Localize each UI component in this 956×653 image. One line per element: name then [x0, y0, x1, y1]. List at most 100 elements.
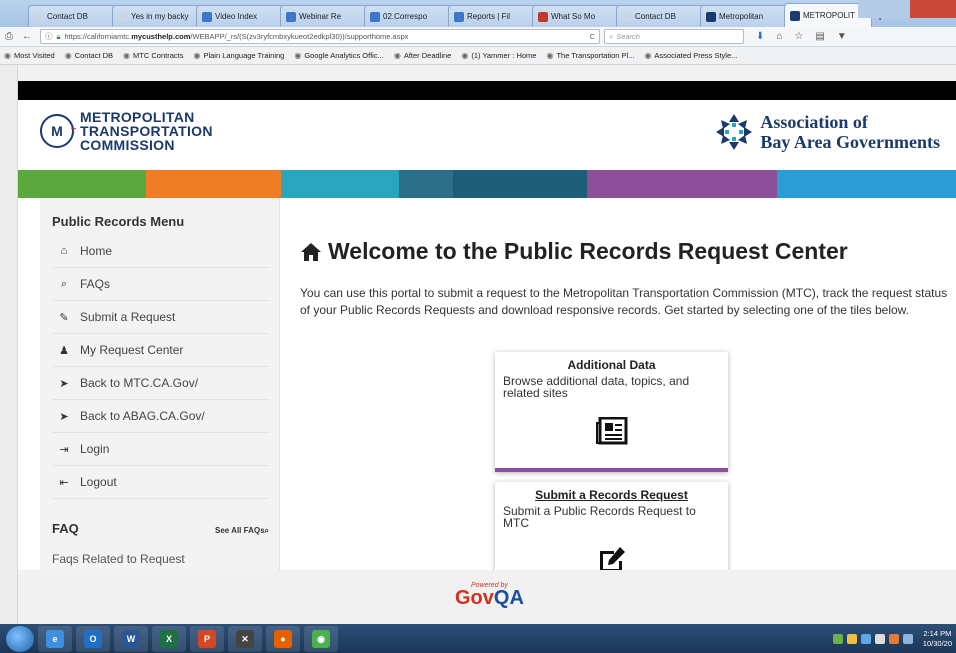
sidebar-item-back-to-abag-ca-gov[interactable]: ➤ Back to ABAG.CA.Gov/ — [52, 400, 269, 433]
sidebar-item-label: Back to MTC.CA.Gov/ — [80, 376, 199, 390]
powerpoint-icon[interactable]: P — [190, 625, 224, 652]
sidebar-item-logout[interactable]: ⇤ Logout — [52, 466, 269, 499]
see-all-faqs-label: See All FAQs — [215, 526, 265, 535]
tray-flag-icon[interactable] — [902, 633, 913, 644]
url-bar[interactable]: ⓘ 🔒︎ https://californiamtc.mycusthelp.co… — [40, 29, 600, 44]
browser-tab[interactable]: Contact DB — [616, 5, 704, 27]
bookmarks-bar: ◉ Most Visited ◉ Contact DB ◉ MTC Contracts ◉ P… — [0, 47, 956, 65]
browser-tab-bar: Contact DB Yes in my backy Video Index Webi… — [0, 0, 956, 27]
bookmark-favicon-icon: ◉ — [461, 51, 469, 60]
tray-app-icon[interactable] — [888, 633, 899, 644]
browser-tab[interactable]: Contact DB — [28, 5, 116, 27]
url-path: /WEBAPP/_rs/(S(zv3ryfcmbxykueot2edkpl30)… — [190, 32, 409, 41]
mtc-logo-mark: MT — [40, 114, 76, 148]
abag-logo[interactable]: Association of Bay Area Governments — [714, 112, 940, 152]
window-min-max-buttons[interactable] — [858, 0, 910, 18]
tray-volume-icon[interactable] — [874, 633, 885, 644]
sidebar-item-home[interactable]: ⌂ Home — [52, 235, 269, 268]
firefox-icon[interactable]: ● — [266, 625, 300, 652]
outlook-icon[interactable]: O — [76, 625, 110, 652]
bookmark-favicon-icon: ◉ — [546, 51, 554, 60]
tab-favicon-icon — [454, 11, 464, 22]
tab-label: METROPOLIT — [803, 11, 856, 20]
xbox-icon[interactable]: ✕ — [228, 625, 262, 652]
faq-category-link[interactable]: Faqs Related to Request — [52, 552, 269, 566]
tray-network-icon[interactable] — [832, 633, 843, 644]
print-icon[interactable]: ⎙ — [0, 31, 18, 42]
bookmark-item[interactable]: ◉ After Deadline — [394, 51, 452, 60]
bookmark-item[interactable]: ◉ MTC Contracts — [123, 51, 183, 60]
page-top-gap — [18, 65, 956, 81]
sidebar-item-back-to-mtc-ca-gov[interactable]: ➤ Back to MTC.CA.Gov/ — [52, 367, 269, 400]
bookmark-star-icon[interactable]: ☆ — [794, 31, 803, 42]
tab-favicon-icon — [622, 11, 632, 22]
page-left-gutter — [0, 65, 18, 625]
mtc-name-line3: COMMISSION — [80, 137, 175, 153]
bookmark-label: (1) Yammer : Home — [471, 51, 537, 60]
tab-label: Contact DB — [47, 12, 88, 21]
browser-tab[interactable]: 02.Correspo — [364, 5, 452, 27]
bookmark-label: The Transportation Pl... — [556, 51, 635, 60]
clipboard-icon[interactable]: ▤ — [815, 31, 824, 42]
edit-icon — [599, 547, 625, 570]
tab-favicon-icon — [538, 11, 548, 22]
govqa-logo[interactable]: Powered by GovQA — [455, 582, 524, 610]
home-icon: ⌂ — [60, 245, 68, 257]
search-input[interactable]: ⌕ Search — [604, 29, 744, 44]
sidebar-item-label: My Request Center — [80, 343, 184, 357]
bookmark-item[interactable]: ◉ Associated Press Style... — [644, 51, 737, 60]
bookmark-favicon-icon: ◉ — [644, 51, 652, 60]
tab-label: Video Index — [215, 12, 258, 21]
screen: Contact DB Yes in my backy Video Index Webi… — [0, 0, 956, 653]
sidebar-item-label: Submit a Request — [80, 310, 176, 324]
excel-icon[interactable]: X — [152, 625, 186, 652]
color-bar-segment — [18, 170, 146, 198]
word-icon[interactable]: W — [114, 625, 148, 652]
color-bar-segment — [453, 170, 587, 198]
submit-request-tile[interactable]: Submit a Records Request Submit a Public… — [495, 482, 728, 570]
bookmark-favicon-icon: ◉ — [393, 51, 401, 60]
browser-tab[interactable]: Video Index — [196, 5, 284, 27]
browser-tab[interactable]: What So Mo — [532, 5, 620, 27]
search-icon: ⌕ — [264, 526, 269, 535]
sidebar-item-submit-a-request[interactable]: ✎ Submit a Request — [52, 301, 269, 334]
bookmark-item[interactable]: ◉ Plain Language Training — [193, 51, 284, 60]
download-icon[interactable]: ⬇ — [756, 31, 764, 42]
back-icon[interactable]: ← — [18, 31, 36, 42]
ie-icon[interactable]: e — [38, 625, 72, 652]
tab-label: Contact DB — [635, 12, 676, 21]
reload-icon[interactable]: C — [590, 32, 595, 41]
browser-tab[interactable]: Metropolitan — [700, 5, 788, 27]
tab-favicon-icon — [790, 10, 800, 21]
browser-tab[interactable]: Reports | Fil — [448, 5, 536, 27]
browser-tab[interactable]: Webinar Re — [280, 5, 368, 27]
chrome-icon[interactable]: ◉ — [304, 625, 338, 652]
home-icon[interactable]: ⌂ — [776, 31, 782, 42]
page-title: Welcome to the Public Records Request Ce… — [300, 238, 956, 265]
bookmark-item[interactable]: ◉ Most Visited — [4, 51, 55, 60]
bookmark-item[interactable]: ◉ Google Analytics Offic... — [294, 51, 383, 60]
start-button[interactable] — [6, 625, 34, 652]
sidebar-item-faqs[interactable]: ⌕ FAQs — [52, 268, 269, 301]
bookmark-label: MTC Contracts — [133, 51, 184, 60]
bookmark-item[interactable]: ◉ The Transportation Pl... — [546, 51, 634, 60]
additional-data-tile[interactable]: Additional Data Browse additional data, … — [495, 352, 728, 472]
logout-icon: ⇤ — [59, 476, 69, 489]
bookmark-item[interactable]: ◉ (1) Yammer : Home — [461, 51, 536, 60]
sidebar-item-login[interactable]: ⇥ Login — [52, 433, 269, 466]
tray-app-icon[interactable] — [860, 633, 871, 644]
taskbar-clock[interactable]: 2:14 PM 10/30/20 — [923, 629, 952, 649]
search-icon: ⌕ — [609, 31, 614, 41]
browser-tab[interactable]: Yes in my backy — [112, 5, 200, 27]
browser-nav-bar: ⎙ ← ⓘ 🔒︎ https://californiamtc.mycusthel… — [0, 27, 956, 47]
bookmark-item[interactable]: ◉ Contact DB — [65, 51, 113, 60]
window-close-button[interactable] — [910, 0, 956, 18]
pocket-icon[interactable]: ▼ — [837, 31, 847, 42]
tile-title: Additional Data — [567, 358, 656, 372]
tray-app-icon[interactable] — [846, 633, 857, 644]
sidebar-item-my-request-center[interactable]: ♟ My Request Center — [52, 334, 269, 367]
mtc-logo[interactable]: MT METROPOLITAN TRANSPORTATION COMMISSIO… — [40, 110, 213, 152]
govqa-qa: QA — [493, 587, 524, 609]
sidebar-title: Public Records Menu — [52, 214, 185, 229]
see-all-faqs-link[interactable]: See All FAQs⌕ — [215, 526, 269, 536]
